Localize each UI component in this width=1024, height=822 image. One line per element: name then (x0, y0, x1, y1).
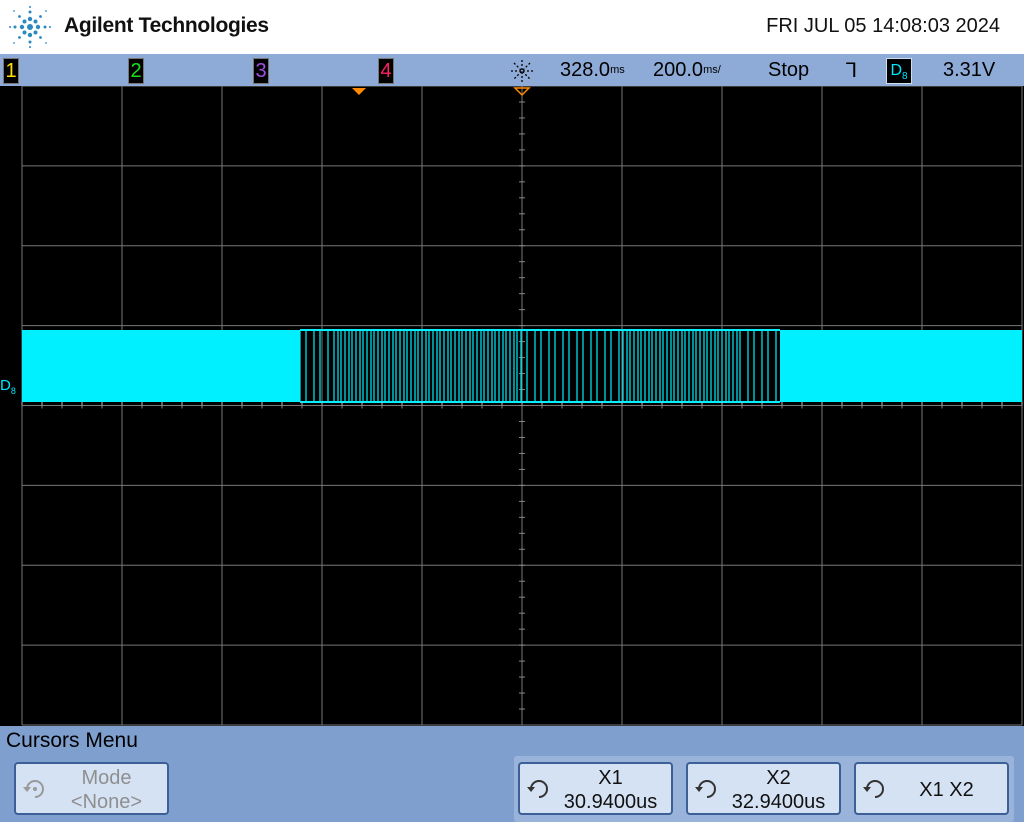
x1-x2-label: X1 X2 (919, 779, 974, 801)
x1-label: X1 (598, 767, 623, 789)
mode-softkey[interactable]: Mode <None> (14, 762, 169, 815)
date-time: FRI JUL 05 14:08:03 2024 (766, 15, 1000, 37)
x2-label: X2 (766, 767, 791, 789)
trigger-level-readout: 3.31V (943, 59, 996, 81)
rotate-knob-icon (23, 780, 44, 798)
trigger-source-indicator[interactable]: D8 (886, 58, 912, 84)
x1-value: 30.9400us (563, 791, 658, 813)
x2-value: 32.9400us (731, 791, 826, 813)
waveform-display[interactable]: D8 (0, 86, 1024, 726)
rotate-knob-icon (695, 780, 716, 798)
d8-channel-label: D8 (0, 377, 16, 396)
brand-name: Agilent Technologies (64, 14, 269, 37)
menu-title: Cursors Menu (6, 729, 138, 752)
run-state: Stop (768, 59, 810, 81)
trigger-status-icon (511, 60, 533, 82)
channel-4-indicator[interactable]: 4 (378, 58, 394, 84)
cursors-menu: Cursors Menu Mode <None> X1 30.9400us X2 (0, 726, 1024, 822)
graticule (21, 86, 1023, 726)
falling-edge-trigger-icon: ᒣ (845, 60, 858, 82)
timebase-readout: 200.0ms/ (653, 59, 721, 81)
rotate-knob-icon (527, 780, 548, 798)
channel-3-indicator[interactable]: 3 (253, 58, 269, 84)
x1-x2-softkey[interactable]: X1 X2 (854, 762, 1009, 815)
trace-dense-block (22, 330, 300, 402)
mode-value: <None> (70, 791, 143, 813)
channel-1-indicator[interactable]: 1 (3, 58, 19, 84)
trace-dense-block (780, 330, 1022, 402)
agilent-spark-logo-icon (9, 6, 51, 48)
channel-2-indicator[interactable]: 2 (128, 58, 144, 84)
x2-softkey[interactable]: X2 32.9400us (686, 762, 841, 815)
delay-marker-icon (352, 88, 366, 95)
x1-softkey[interactable]: X1 30.9400us (518, 762, 673, 815)
mode-label: Mode (81, 767, 132, 789)
trigger-position-readout: 328.0ms (560, 59, 625, 81)
rotate-knob-icon (863, 780, 884, 798)
header-bar: Agilent Technologies FRI JUL 05 14:08:03… (0, 0, 1024, 54)
